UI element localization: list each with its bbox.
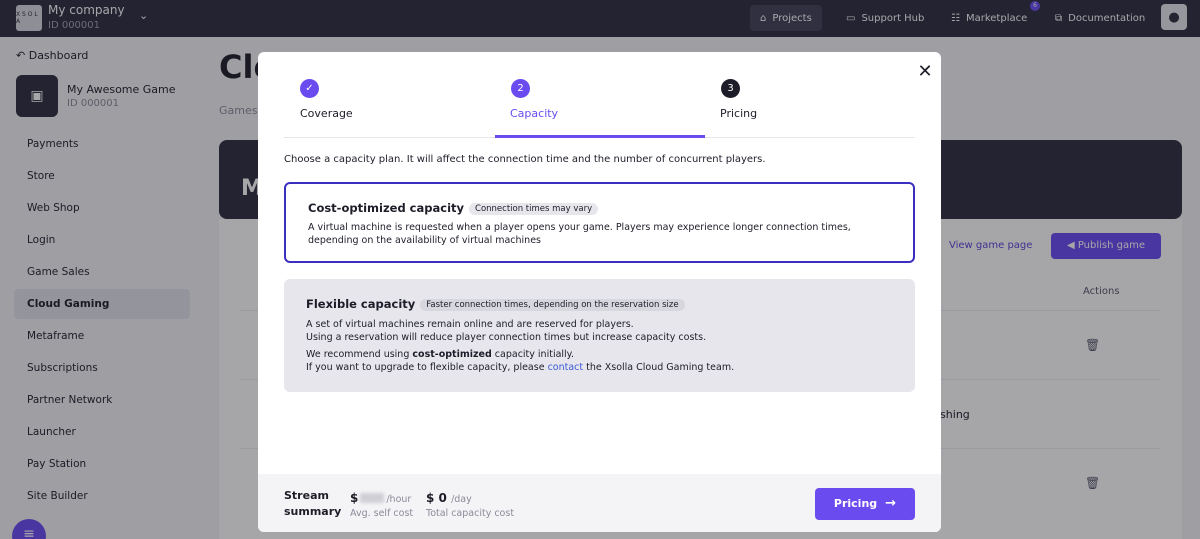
pricing-button-label: Pricing xyxy=(833,497,878,510)
option-description: Using a reservation will reduce player c… xyxy=(306,331,707,343)
step-coverage[interactable]: ✓ Coverage xyxy=(300,79,353,139)
step-number: 2 xyxy=(511,79,530,98)
total-cost-unit: /day xyxy=(451,494,472,505)
intro-text: Choose a capacity plan. It will affect t… xyxy=(284,154,766,165)
self-cost-label: Avg. self cost xyxy=(350,508,414,519)
stream-summary-footer: Stream summary $ /hour Avg. self cost $ 0… xyxy=(258,474,941,532)
capacity-modal: ✕ ✓ Coverage 2 Capacity 3 Pricing Choose… xyxy=(258,52,941,532)
step-number: 3 xyxy=(721,79,740,98)
step-capacity[interactable]: 2 Capacity xyxy=(510,79,558,139)
recommend-suffix: capacity initially. xyxy=(494,349,574,360)
blurred-value xyxy=(360,493,385,503)
step-label: Pricing xyxy=(720,107,758,120)
close-icon[interactable]: ✕ xyxy=(914,61,936,83)
contact-link[interactable]: contact xyxy=(548,362,584,373)
total-cost-label: Total capacity cost xyxy=(426,508,515,519)
recommend-prefix: We recommend using xyxy=(306,349,410,360)
option-badge: Connection times may vary xyxy=(469,203,599,215)
option-description: A virtual machine is requested when a pl… xyxy=(308,222,851,246)
contact-prefix: If you want to upgrade to flexible capac… xyxy=(306,361,545,373)
recommend-bold: cost-optimized xyxy=(412,349,492,360)
self-cost-currency: $ xyxy=(350,491,359,505)
option-recommendation: We recommend using cost-optimized capaci… xyxy=(306,349,893,362)
self-cost-unit: /hour xyxy=(386,494,412,505)
arrow-right-icon: → xyxy=(885,496,897,511)
cost-optimized-option[interactable]: Cost-optimized capacity Connection times … xyxy=(284,182,915,263)
option-contact-line: If you want to upgrade to flexible capac… xyxy=(306,362,893,375)
option-description: A set of virtual machines remain online … xyxy=(306,319,634,330)
pricing-button[interactable]: Pricing → xyxy=(815,488,915,520)
total-cost-value: $ 0 /day xyxy=(426,491,472,505)
step-label: Capacity xyxy=(510,107,559,120)
flexible-option: Flexible capacity Faster connection times… xyxy=(284,279,915,392)
check-icon: ✓ xyxy=(300,79,319,98)
option-title: Cost-optimized capacity xyxy=(308,201,465,215)
contact-suffix: the Xsolla Cloud Gaming team. xyxy=(586,361,735,373)
total-cost-amount: $ 0 xyxy=(426,491,447,505)
stream-summary-title: Stream summary xyxy=(284,489,342,518)
step-label: Coverage xyxy=(300,107,353,120)
option-title: Flexible capacity xyxy=(306,297,416,311)
active-step-indicator xyxy=(495,135,705,138)
self-cost-value: $ /hour xyxy=(350,491,411,505)
option-badge: Faster connection times, depending on th… xyxy=(420,299,685,311)
step-pricing[interactable]: 3 Pricing xyxy=(720,79,757,139)
